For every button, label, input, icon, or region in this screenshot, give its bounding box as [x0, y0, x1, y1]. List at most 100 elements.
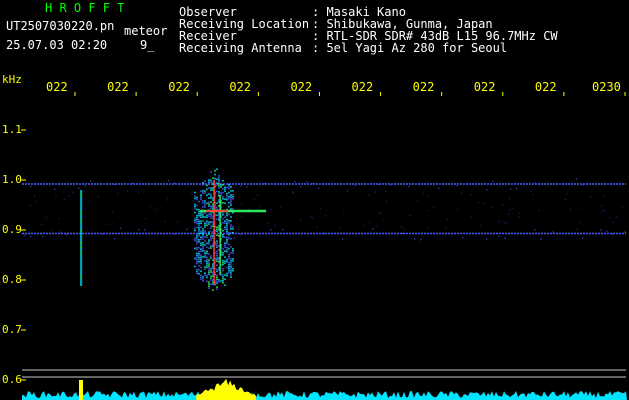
echo-dot	[222, 233, 224, 236]
noise-speckle	[372, 228, 374, 230]
echo-dot	[228, 191, 230, 194]
echo-dot	[200, 212, 202, 215]
echo-dot	[230, 220, 232, 222]
noise-speckle	[306, 181, 308, 183]
echo-dot	[230, 246, 232, 248]
noise-speckle	[582, 184, 584, 186]
echo-dot	[208, 215, 210, 217]
echo-dot	[222, 277, 224, 280]
echo-dot	[206, 216, 208, 219]
echo-dot	[210, 235, 212, 237]
noise-speckle	[58, 218, 60, 220]
echo-dot	[210, 275, 212, 277]
noise-speckle	[483, 202, 485, 204]
echo-dot	[200, 198, 202, 201]
echo-dot	[228, 265, 230, 268]
echo-dot	[230, 252, 232, 254]
echo-dot	[198, 212, 200, 215]
echo-dot	[80, 236, 83, 238]
echo-dot	[208, 181, 210, 183]
noise-speckle	[52, 229, 54, 231]
noise-speckle	[174, 233, 176, 235]
echo-dot	[226, 196, 228, 199]
noise-speckle	[72, 191, 74, 194]
noise-speckle	[408, 185, 410, 188]
noise-speckle	[192, 200, 194, 202]
echo-dot	[226, 214, 228, 217]
noise-speckle	[24, 234, 26, 236]
noise-speckle	[480, 224, 482, 227]
echo-dot	[80, 202, 83, 204]
echo-dot	[80, 258, 83, 260]
echo-dot	[200, 254, 202, 257]
echo-dot	[204, 226, 206, 228]
y-tick-label: 1.1	[2, 123, 22, 136]
echo-dot	[222, 187, 224, 190]
echo-dot	[228, 253, 230, 256]
echo-dot	[80, 224, 83, 226]
echo-dot	[210, 279, 212, 281]
echo-dot	[224, 222, 226, 225]
echo-dot	[80, 268, 83, 270]
noise-speckle	[90, 180, 92, 183]
echo-dot	[228, 255, 230, 258]
echo-dot	[206, 252, 208, 255]
noise-speckle	[312, 217, 314, 219]
echo-dot	[80, 208, 83, 210]
echo-dot	[218, 179, 220, 181]
noise-speckle	[29, 205, 31, 207]
echo-dot	[204, 260, 206, 262]
echo-dot	[194, 217, 196, 220]
noise-speckle	[369, 221, 371, 223]
echo-dot	[208, 273, 210, 275]
echo-dot	[196, 234, 198, 237]
noise-speckle	[253, 198, 256, 201]
echo-dot	[200, 230, 202, 233]
echo-dot	[230, 276, 232, 278]
echo-dot	[228, 205, 230, 208]
noise-speckle	[402, 232, 404, 234]
noise-speckle	[210, 230, 212, 232]
echo-dot	[210, 237, 212, 239]
echo-dot	[198, 232, 200, 235]
echo-dot	[222, 275, 224, 278]
noise-speckle	[138, 229, 140, 231]
echo-dot	[198, 230, 200, 233]
echo-dot	[200, 242, 202, 245]
echo-dot	[224, 198, 226, 201]
noise-speckle	[565, 193, 568, 195]
echo-dot	[228, 237, 230, 240]
noise-speckle	[433, 206, 435, 208]
echo-dot	[196, 198, 198, 201]
noise-speckle	[318, 187, 320, 190]
echo-dot	[230, 272, 232, 274]
echo-dot	[198, 268, 200, 271]
echo-dot	[222, 201, 224, 204]
echo-dot	[226, 242, 228, 245]
echo-dot	[216, 268, 218, 271]
echo-dot	[194, 257, 196, 260]
echo-dot	[80, 192, 83, 194]
echo-dot	[222, 191, 224, 194]
echo-dot	[200, 238, 202, 241]
echo-dot	[222, 269, 224, 272]
noise-speckle	[66, 234, 68, 236]
echo-dot	[80, 272, 83, 274]
noise-peak	[196, 378, 257, 400]
echo-dot	[194, 203, 196, 206]
echo-dot	[210, 225, 212, 227]
noise-speckle	[186, 228, 188, 231]
noise-speckle	[191, 192, 193, 195]
noise-speckle	[564, 198, 567, 200]
noise-speckle	[30, 235, 32, 238]
noise-speckle	[264, 182, 266, 185]
echo-dot	[80, 270, 83, 272]
echo-dot	[196, 248, 198, 251]
noise-speckle	[470, 216, 473, 218]
echo-dot	[208, 197, 210, 199]
echo-dot	[202, 248, 204, 250]
echo-dot	[222, 247, 224, 250]
echo-dot	[208, 179, 210, 181]
echo-dot	[224, 256, 226, 259]
echo-dot	[194, 197, 196, 200]
